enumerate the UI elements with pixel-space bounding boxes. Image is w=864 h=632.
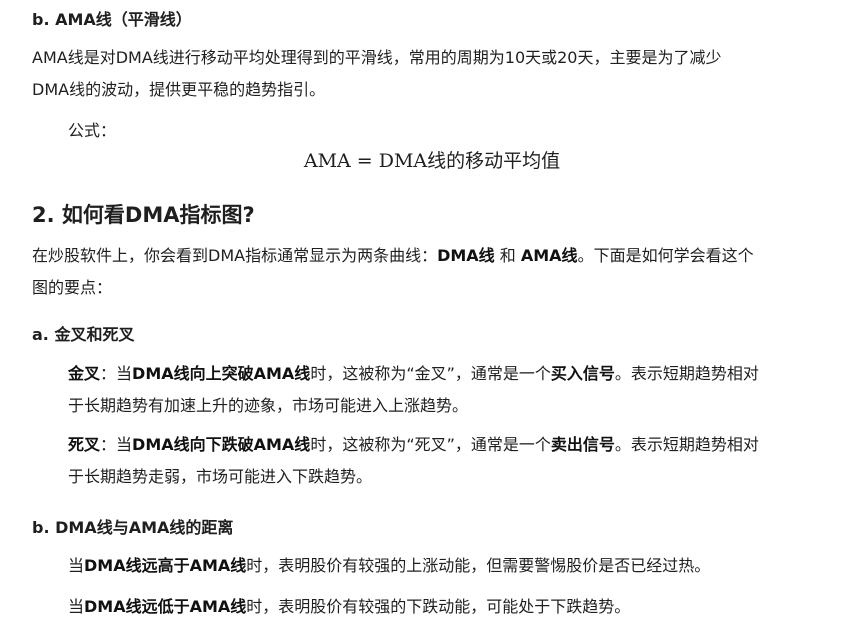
document-page: b. AMA线（平滑线） AMA线是对DMA线进行移动平均处理得到的平滑线，常用…: [0, 0, 864, 632]
ama-intro-paragraph: AMA线是对DMA线进行移动平均处理得到的平滑线，常用的周期为10天或20天，主…: [32, 42, 837, 106]
golden-cross-paragraph: 金叉：当DMA线向上突破AMA线时，这被称为“金叉”，通常是一个买入信号。表示短…: [68, 358, 838, 422]
section-heading-how-to-read-dma: 2. 如何看DMA指标图?: [32, 203, 255, 227]
death-cross-line-1: 死叉：当DMA线向下跌破AMA线时，这被称为“死叉”，通常是一个卖出信号。表示短…: [68, 429, 838, 461]
death-cross-tail: 。表示短期趋势相对: [614, 435, 759, 454]
distance-high-prefix: 当: [68, 556, 85, 575]
ama-intro-line-2: DMA线的波动，提供更平稳的趋势指引。: [32, 80, 326, 99]
how-to-read-line-1: 在炒股软件上，你会看到DMA指标通常显示为两条曲线：DMA线 和 AMA线。下面…: [32, 240, 837, 272]
ama-formula: AMA = DMA线的移动平均值: [303, 150, 561, 172]
golden-cross-tail: 。表示短期趋势相对: [614, 364, 759, 383]
death-cross-paragraph: 死叉：当DMA线向下跌破AMA线时，这被称为“死叉”，通常是一个卖出信号。表示短…: [68, 429, 838, 493]
how-to-read-text-1: 在炒股软件上，你会看到DMA指标通常显示为两条曲线：: [32, 246, 438, 265]
golden-cross-term: 金叉: [68, 364, 101, 383]
death-cross-colon: ：当: [100, 435, 133, 454]
distance-high-paragraph: 当DMA线远高于AMA线时，表明股价有较强的上涨动能，但需要警惕股价是否已经过热…: [68, 550, 838, 582]
distance-high-condition: DMA线远高于AMA线: [84, 556, 247, 575]
formula-label: 公式：: [68, 115, 838, 147]
ama-intro-line-1: AMA线是对DMA线进行移动平均处理得到的平滑线，常用的周期为10天或20天，主…: [32, 48, 722, 67]
distance-high-rest: 时，表明股价有较强的上涨动能，但需要警惕股价是否已经过热。: [246, 556, 711, 575]
distance-low-line: 当DMA线远低于AMA线时，表明股价有较强的下跌动能，可能处于下跌趋势。: [68, 591, 838, 623]
distance-high-line: 当DMA线远高于AMA线时，表明股价有较强的上涨动能，但需要警惕股价是否已经过热…: [68, 550, 838, 582]
death-cross-condition: DMA线向下跌破AMA线: [132, 435, 311, 454]
dma-line-term: DMA线: [437, 246, 495, 265]
golden-cross-condition: DMA线向上突破AMA线: [132, 364, 311, 383]
death-cross-line-2: 于长期趋势走弱，市场可能进入下跌趋势。: [68, 467, 373, 486]
golden-cross-line-1: 金叉：当DMA线向上突破AMA线时，这被称为“金叉”，通常是一个买入信号。表示短…: [68, 358, 838, 390]
distance-low-rest: 时，表明股价有较强的下跌动能，可能处于下跌趋势。: [246, 597, 631, 616]
death-cross-term: 死叉: [68, 435, 101, 454]
golden-cross-mid: 时，这被称为“金叉”，通常是一个: [310, 364, 551, 383]
distance-low-condition: DMA线远低于AMA线: [84, 597, 247, 616]
section-heading-line-distance: b. DMA线与AMA线的距离: [32, 518, 234, 537]
section-heading-ama-line: b. AMA线（平滑线）: [32, 10, 192, 29]
formula-label-text: 公式：: [68, 121, 117, 140]
sell-signal-term: 卖出信号: [550, 435, 615, 454]
how-to-read-text-3: 。下面是如何学会看这个: [577, 246, 754, 265]
how-to-read-paragraph: 在炒股软件上，你会看到DMA指标通常显示为两条曲线：DMA线 和 AMA线。下面…: [32, 240, 837, 304]
how-to-read-text-2: 和: [494, 246, 521, 265]
section-heading-golden-death-cross: a. 金叉和死叉: [32, 325, 135, 344]
how-to-read-line-2: 图的要点：: [32, 278, 113, 297]
ama-line-term: AMA线: [520, 246, 578, 265]
distance-low-prefix: 当: [68, 597, 85, 616]
golden-cross-line-2: 于长期趋势有加速上升的迹象，市场可能进入上涨趋势。: [68, 396, 469, 415]
buy-signal-term: 买入信号: [550, 364, 615, 383]
distance-low-paragraph: 当DMA线远低于AMA线时，表明股价有较强的下跌动能，可能处于下跌趋势。: [68, 591, 838, 623]
death-cross-mid: 时，这被称为“死叉”，通常是一个: [310, 435, 551, 454]
golden-cross-colon: ：当: [100, 364, 133, 383]
